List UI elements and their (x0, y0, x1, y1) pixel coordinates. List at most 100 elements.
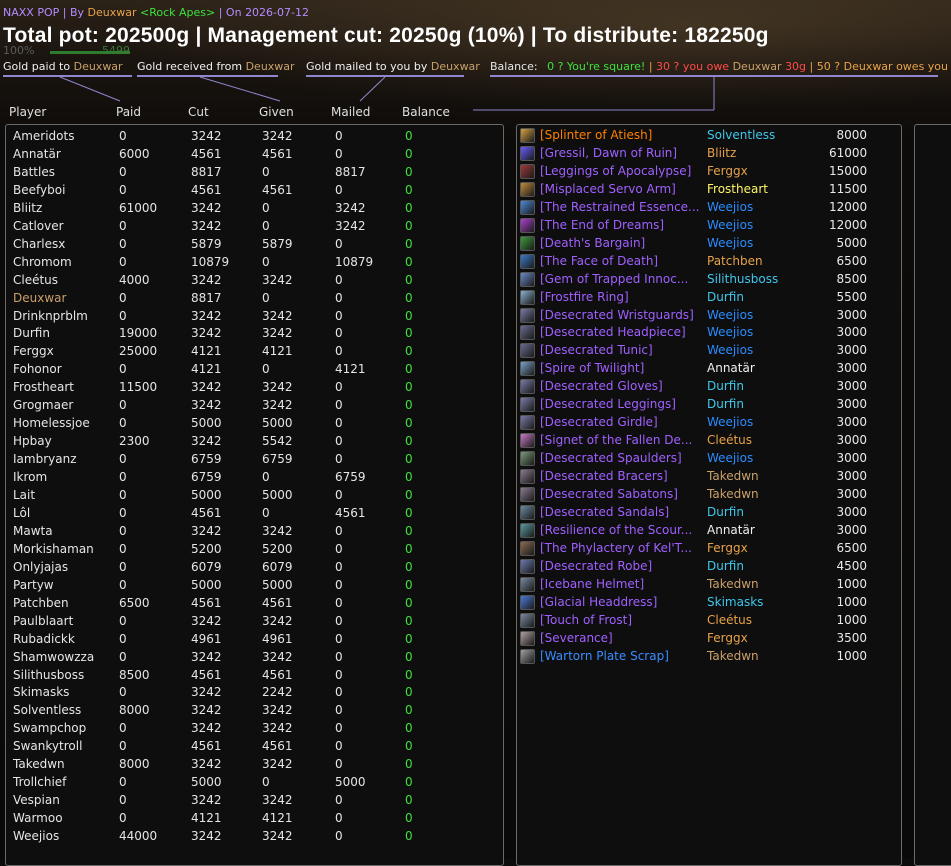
player-given: 3242 (262, 129, 293, 143)
loot-item-link[interactable]: [Desecrated Bracers] (540, 469, 702, 483)
player-given: 4561 (262, 595, 293, 610)
player-cut: 5000 (191, 775, 222, 790)
loot-item-link[interactable]: [Touch of Frost] (540, 613, 702, 627)
loot-panel: [Splinter of Atiesh] Solventless 8000 [Gres… (516, 124, 902, 866)
loot-winner: Skimasks (707, 594, 764, 609)
player-paid: 44000 (119, 829, 158, 844)
player-balance: 0 (405, 200, 413, 215)
player-cut: 4121 (191, 344, 222, 359)
player-balance: 0 (405, 703, 413, 718)
player-balance: 0 (405, 685, 413, 700)
player-cut: 4561 (191, 667, 222, 682)
player-given: 5000 (262, 577, 293, 592)
player-balance: 0 (405, 667, 413, 682)
player-cut: 4561 (191, 182, 222, 197)
player-balance: 0 (405, 721, 413, 736)
loot-price: 11500 (829, 181, 868, 196)
player-cut: 3242 (191, 326, 222, 341)
player-balance: 0 (405, 523, 413, 538)
player-name: Lait (13, 488, 36, 502)
loot-item-link[interactable]: [The Phylactery of Kel'T... (540, 541, 702, 555)
loot-item-link[interactable]: [Signet of the Fallen De... (540, 433, 702, 447)
player-given: 0 (262, 254, 270, 269)
loot-item-link[interactable]: [Glacial Headdress] (540, 595, 702, 609)
player-paid: 0 (119, 523, 127, 538)
loot-item-link[interactable]: [Icebane Helmet] (540, 577, 702, 591)
leggings-icon (520, 397, 535, 413)
player-name: Ikrom (13, 470, 48, 485)
player-given: 3242 (262, 721, 293, 736)
loot-winner: Takedwn (707, 469, 759, 484)
shield-icon (520, 253, 535, 269)
loot-item-link[interactable]: [Desecrated Sabatons] (540, 487, 702, 501)
loot-winner: Bliitz (707, 145, 737, 160)
loot-item-link[interactable]: [Death's Bargain] (540, 236, 702, 250)
loot-item-link[interactable]: [Desecrated Spaulders] (540, 451, 702, 465)
loot-item-link[interactable]: [Desecrated Sandals] (540, 505, 702, 519)
player-paid: 8000 (119, 703, 150, 718)
player-given: 3242 (262, 326, 293, 341)
shoulders-icon (520, 451, 535, 467)
loot-winner: Durfin (707, 397, 744, 412)
player-cut: 4961 (191, 631, 222, 646)
player-balance: 0 (405, 470, 413, 485)
loot-item-link[interactable]: [Leggings of Apocalypse] (540, 164, 702, 178)
player-balance: 0 (405, 757, 413, 772)
loot-item-link[interactable]: [Resilience of the Scour... (540, 523, 702, 537)
loot-winner: Weejios (707, 217, 754, 232)
col-cut: Cut (188, 105, 209, 119)
loot-item-link[interactable]: [Desecrated Girdle] (540, 415, 702, 429)
player-given: 0 (262, 775, 270, 790)
loot-item-link[interactable]: [Frostfire Ring] (540, 290, 702, 304)
loot-winner: Takedwn (707, 487, 759, 501)
loot-item-link[interactable]: [Desecrated Wristguards] (540, 308, 702, 322)
player-balance: 0 (405, 631, 413, 646)
loot-item-link[interactable]: [Desecrated Headpiece] (540, 325, 702, 339)
player-given: 4961 (262, 631, 293, 646)
ring-icon (520, 433, 535, 449)
loot-winner: Annatär (707, 361, 755, 376)
player-mailed: 0 (335, 488, 343, 502)
player-balance: 0 (405, 793, 413, 808)
loot-price: 12000 (829, 199, 868, 214)
loot-item-link[interactable]: [Desecrated Robe] (540, 559, 702, 573)
player-paid: 0 (119, 452, 127, 467)
loot-item-link[interactable]: [The End of Dreams] (540, 218, 702, 232)
loot-item-link[interactable]: [Desecrated Gloves] (540, 379, 702, 393)
player-mailed: 8817 (335, 164, 366, 179)
player-name: Weejios (13, 829, 60, 844)
loot-item-link[interactable]: [Splinter of Atiesh] (540, 128, 702, 142)
player-name: Chromom (13, 254, 72, 269)
loot-winner: Silithusboss (707, 271, 779, 286)
player-cut: 3242 (191, 308, 222, 323)
player-mailed: 0 (335, 649, 343, 664)
player-paid: 0 (119, 811, 127, 826)
player-name: Frostheart (13, 380, 74, 395)
boots-icon (520, 504, 535, 520)
player-paid: 0 (119, 182, 127, 197)
loot-item-link[interactable]: [Misplaced Servo Arm] (540, 182, 702, 196)
players-panel: Ameridots 0 3242 3242 0 0 Annatär 6000 4561 4561 0… (5, 124, 504, 866)
loot-item-link[interactable]: [The Restrained Essence... (540, 200, 702, 214)
loot-item-link[interactable]: [Severance] (540, 631, 702, 645)
loot-winner: Weejios (707, 325, 754, 340)
loot-item-link[interactable]: [Gressil, Dawn of Ruin] (540, 146, 702, 160)
loot-item-link[interactable]: [Spire of Twilight] (540, 361, 702, 375)
axe-icon (520, 630, 535, 646)
player-paid: 0 (119, 470, 127, 485)
player-paid: 8500 (119, 667, 150, 682)
loot-item-link[interactable]: [Wartorn Plate Scrap] (540, 649, 702, 663)
player-cut: 3242 (191, 272, 222, 287)
loot-item-link[interactable]: [Gem of Trapped Innoc... (540, 272, 702, 286)
loot-item-link[interactable]: [Desecrated Leggings] (540, 397, 702, 411)
player-balance: 0 (405, 434, 413, 449)
player-given: 3242 (262, 308, 293, 323)
loot-item-link[interactable]: [Desecrated Tunic] (540, 343, 702, 357)
trinket-icon (520, 522, 535, 538)
shield-icon (520, 235, 535, 251)
player-cut: 6079 (191, 559, 222, 574)
loot-winner: Ferggx (707, 630, 748, 645)
bracers-icon (520, 307, 535, 323)
player-name: Swampchop (13, 721, 87, 736)
loot-item-link[interactable]: [The Face of Death] (540, 254, 702, 268)
